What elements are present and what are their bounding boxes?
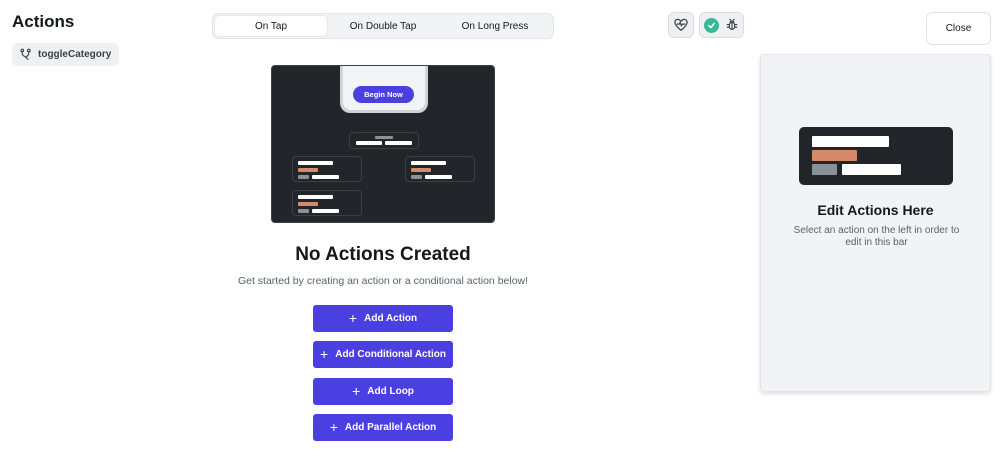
begin-now-pill: Begin Now: [353, 86, 414, 103]
side-panel-illustration: [799, 127, 953, 185]
chip-label: toggleCategory: [38, 49, 112, 60]
trigger-tabs: On Tap On Double Tap On Long Press: [212, 13, 554, 39]
plus-icon: +: [329, 419, 338, 435]
side-panel-title: Edit Actions Here: [817, 202, 934, 218]
tab-on-tap[interactable]: On Tap: [215, 16, 327, 36]
tab-on-long-press[interactable]: On Long Press: [439, 16, 551, 36]
plus-icon: +: [352, 383, 361, 399]
illustration-node-left-2: [292, 190, 362, 216]
add-action-button[interactable]: + Add Action: [313, 305, 453, 332]
actions-illustration: Begin Now: [271, 65, 495, 223]
add-conditional-action-button[interactable]: + Add Conditional Action: [313, 341, 453, 368]
plus-icon: +: [320, 346, 329, 362]
actions-editor: Actions toggleCategory On Tap On Double …: [0, 0, 1000, 457]
empty-state-title: No Actions Created: [295, 244, 471, 265]
add-parallel-action-button[interactable]: + Add Parallel Action: [313, 414, 453, 441]
status-button[interactable]: [699, 12, 744, 38]
close-button[interactable]: Close: [926, 12, 991, 45]
page-title: Actions: [12, 12, 75, 31]
bug-icon: [726, 18, 738, 30]
phone-mockup: Begin Now: [340, 66, 428, 113]
add-loop-button[interactable]: + Add Loop: [313, 378, 453, 405]
side-panel-description: Select an action on the left in order to…: [793, 225, 960, 248]
health-button[interactable]: [668, 12, 694, 38]
illustration-node-right: [405, 156, 475, 182]
illustration-root-node: [349, 132, 419, 149]
branch-icon: [20, 48, 31, 60]
widget-chip[interactable]: toggleCategory: [12, 43, 120, 66]
check-circle-icon: [704, 17, 719, 33]
heart-pulse-icon: [674, 18, 688, 31]
plus-icon: +: [348, 310, 358, 326]
edit-actions-panel: Edit Actions Here Select an action on th…: [760, 54, 991, 392]
tab-on-double-tap[interactable]: On Double Tap: [327, 16, 439, 36]
empty-state-subtitle: Get started by creating an action or a c…: [237, 275, 529, 287]
illustration-node-left-1: [292, 156, 362, 182]
